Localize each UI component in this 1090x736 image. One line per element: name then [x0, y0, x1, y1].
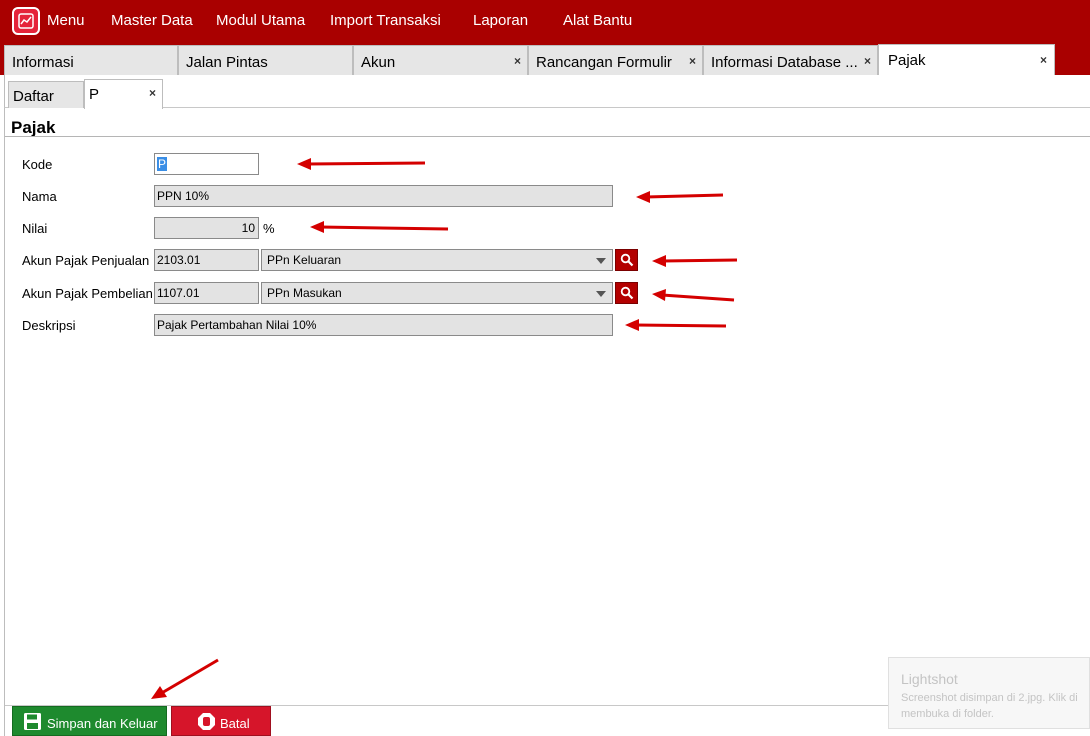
akun-pembelian-code-field[interactable]: 1107.01 — [154, 282, 259, 304]
kode-field[interactable]: P — [154, 153, 259, 175]
notification-body: Screenshot disimpan di 2.jpg. Klik di me… — [901, 690, 1090, 722]
chevron-down-icon — [596, 291, 606, 297]
tab-jalan-pintas[interactable]: Jalan Pintas — [178, 45, 353, 75]
notification-line: membuka di folder. — [901, 708, 994, 720]
tab-pajak[interactable]: Pajak × — [878, 44, 1055, 75]
nama-label: Nama — [22, 189, 57, 204]
stop-hand-icon — [198, 713, 215, 730]
menu-item-alat-bantu[interactable]: Alat Bantu — [563, 12, 632, 29]
tab-label: Akun — [361, 54, 396, 71]
nilai-field[interactable]: 10 — [154, 217, 259, 239]
annotation-arrow — [636, 191, 724, 203]
annotation-arrow — [151, 658, 219, 699]
menu-bar: Menu Master Data Modul Utama Import Tran… — [0, 0, 1090, 44]
close-icon[interactable]: × — [864, 54, 871, 68]
menu-item-menu[interactable]: Menu — [47, 12, 85, 29]
nilai-label: Nilai — [22, 221, 48, 236]
tab-label: Jalan Pintas — [186, 54, 268, 71]
page-title: Pajak — [11, 118, 56, 137]
annotation-arrow — [297, 158, 426, 170]
tab-label: Informasi — [12, 54, 74, 71]
notification-line: Screenshot disimpan di 2.jpg. Klik di — [901, 692, 1078, 704]
search-icon — [620, 286, 634, 300]
close-icon[interactable]: × — [514, 54, 521, 68]
search-icon — [620, 253, 634, 267]
tab-label: Daftar — [13, 88, 54, 105]
chevron-down-icon — [596, 258, 606, 264]
tab-daftar[interactable]: Daftar — [8, 81, 84, 108]
annotation-arrow — [310, 221, 449, 233]
tab-informasi[interactable]: Informasi — [4, 45, 178, 75]
cancel-button[interactable]: Batal — [171, 706, 271, 736]
menu-item-laporan[interactable]: Laporan — [473, 12, 528, 29]
tab-label: Pajak — [888, 52, 926, 69]
tab-informasi-database[interactable]: Informasi Database ... × — [703, 45, 878, 75]
search-akun-penjualan-button[interactable] — [615, 249, 638, 271]
deskripsi-field[interactable]: Pajak Pertambahan Nilai 10% — [154, 314, 613, 336]
close-icon[interactable]: × — [689, 54, 696, 68]
search-akun-pembelian-button[interactable] — [615, 282, 638, 304]
kode-label: Kode — [22, 157, 53, 172]
deskripsi-label: Deskripsi — [22, 318, 76, 333]
kode-value: P — [157, 157, 168, 171]
akun-penjualan-dropdown[interactable]: PPn Keluaran — [261, 249, 613, 271]
tab-label: P — [89, 86, 100, 103]
nama-field[interactable]: PPN 10% — [154, 185, 613, 207]
sub-tab-strip: Daftar P × — [4, 75, 1090, 109]
annotation-arrow — [625, 319, 727, 331]
divider — [5, 136, 1090, 137]
close-icon[interactable]: × — [1040, 53, 1047, 67]
tab-record-p[interactable]: P × — [84, 79, 163, 109]
menu-item-master-data[interactable]: Master Data — [111, 12, 193, 29]
akun-penjualan-label: Akun Pajak Penjualan — [22, 253, 150, 268]
close-icon[interactable]: × — [149, 86, 156, 100]
akun-pembelian-value: PPn Masukan — [267, 286, 342, 300]
cancel-button-label: Batal — [220, 716, 250, 731]
annotation-arrow — [652, 255, 738, 267]
save-and-exit-button[interactable]: Simpan dan Keluar — [12, 706, 167, 736]
tab-label: Rancangan Formulir — [536, 54, 672, 71]
floppy-disk-icon — [24, 713, 41, 730]
menu-item-modul-utama[interactable]: Modul Utama — [216, 12, 305, 29]
percent-unit: % — [263, 221, 275, 236]
save-button-label: Simpan dan Keluar — [47, 716, 158, 731]
tab-akun[interactable]: Akun × — [353, 45, 528, 75]
menu-item-import-transaksi[interactable]: Import Transaksi — [330, 12, 441, 29]
akun-pembelian-dropdown[interactable]: PPn Masukan — [261, 282, 613, 304]
notification-title: Lightshot — [901, 671, 958, 687]
chart-logo-icon[interactable] — [12, 7, 40, 35]
akun-pembelian-label: Akun Pajak Pembelian — [22, 286, 153, 301]
tab-label: Informasi Database ... — [711, 54, 858, 71]
tab-rancangan-formulir[interactable]: Rancangan Formulir × — [528, 45, 703, 75]
akun-penjualan-code-field[interactable]: 2103.01 — [154, 249, 259, 271]
main-tab-strip: Informasi Jalan Pintas Akun × Rancangan … — [0, 44, 1090, 75]
lightshot-notification[interactable]: Lightshot Screenshot disimpan di 2.jpg. … — [888, 657, 1090, 729]
annotation-arrow — [652, 289, 735, 302]
akun-penjualan-value: PPn Keluaran — [267, 253, 342, 267]
